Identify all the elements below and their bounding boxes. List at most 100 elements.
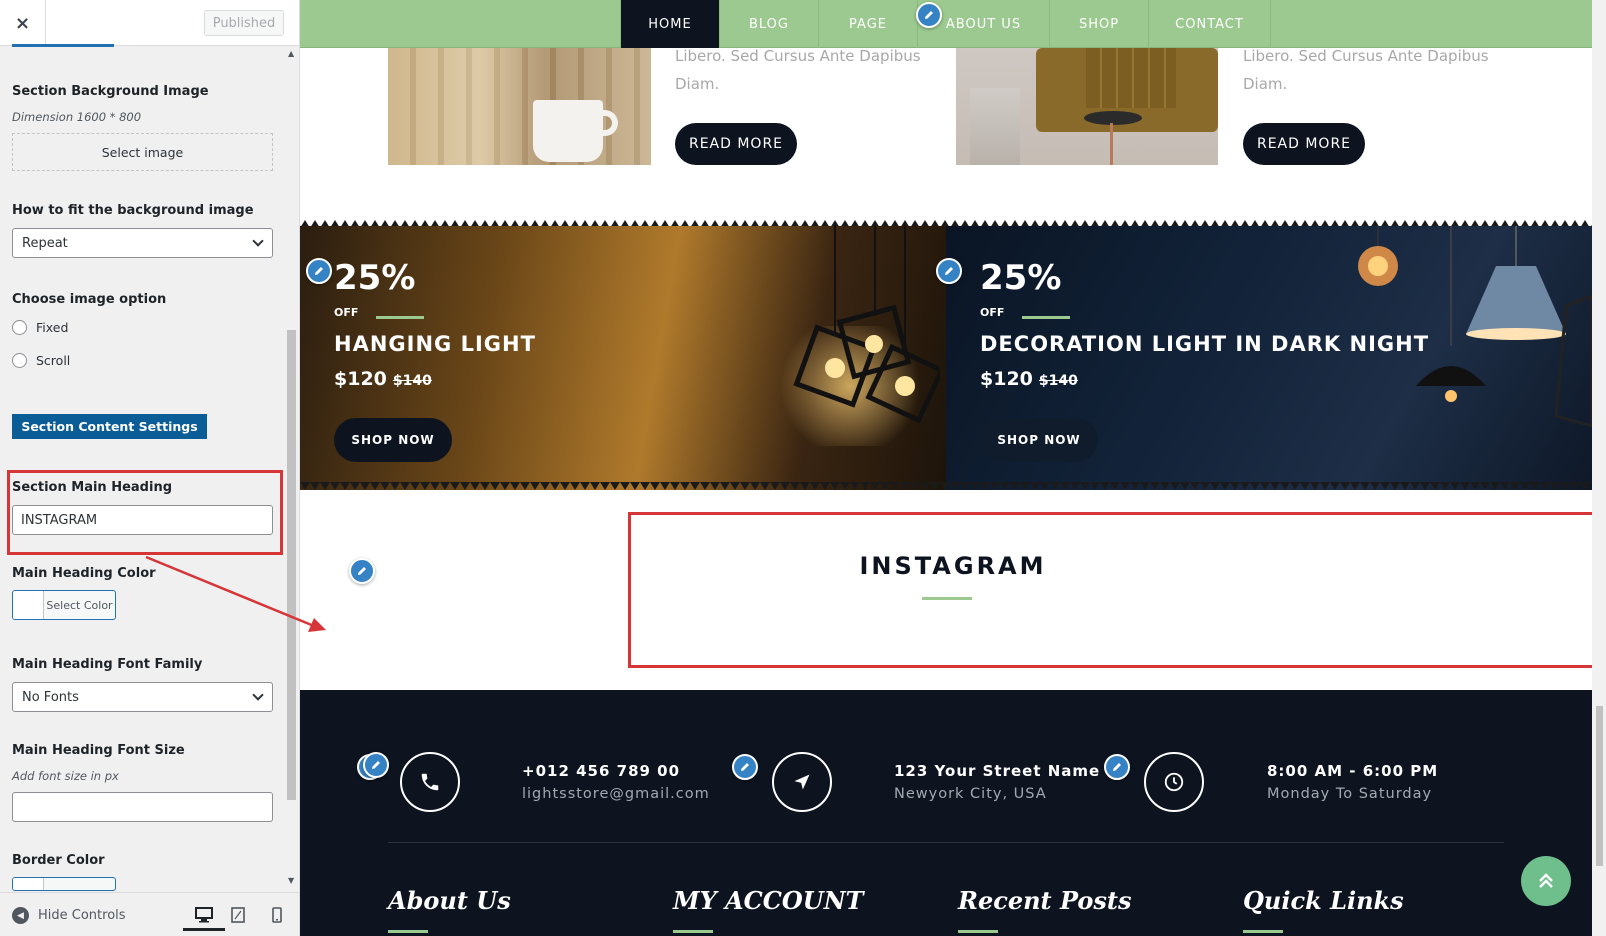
shop-now-button[interactable]: SHOP NOW xyxy=(980,418,1098,462)
promo-percent: 25% xyxy=(334,258,416,298)
read-more-button[interactable]: READ MORE xyxy=(675,123,797,165)
edit-shortcut-pencil-icon[interactable] xyxy=(363,752,389,778)
scroll-down-arrow-icon[interactable]: ▼ xyxy=(288,876,294,885)
main-navigation: HOME BLOG PAGE ABOUT US SHOP CONTACT xyxy=(300,0,1592,48)
image-option-label: Choose image option xyxy=(12,292,167,307)
fit-image-select[interactable]: Repeat xyxy=(12,228,273,258)
border-color-picker[interactable] xyxy=(12,877,116,891)
contact-city: Newyork City, USA xyxy=(894,786,1047,802)
card-text-line: Diam. xyxy=(675,75,720,93)
radio-fixed-label: Fixed xyxy=(36,320,69,335)
radio-circle[interactable] xyxy=(12,320,27,335)
edit-shortcut-pencil-icon[interactable] xyxy=(306,258,332,284)
pendant-lamps-illustration xyxy=(1358,226,1592,428)
promo-price: $120 $140 xyxy=(980,368,1078,390)
publish-button[interactable]: Published xyxy=(204,10,284,36)
hide-controls-button[interactable]: ◀ Hide Controls xyxy=(12,907,126,924)
font-size-description: Add font size in px xyxy=(12,769,119,783)
footer-heading-underline xyxy=(1243,930,1283,933)
scroll-to-top-button[interactable] xyxy=(1521,856,1571,906)
section-content-settings-header: Section Content Settings xyxy=(12,414,207,439)
promo-accent-line xyxy=(1022,316,1070,319)
collapse-icon: ◀ xyxy=(12,907,29,924)
select-image-button[interactable]: Select image xyxy=(12,133,273,171)
edit-shortcut-pencil-icon[interactable] xyxy=(916,2,942,28)
footer-heading-recent-posts: Recent Posts xyxy=(958,886,1132,915)
fit-image-value: Repeat xyxy=(22,235,68,251)
mobile-preview-button[interactable] xyxy=(267,905,287,925)
font-size-label: Main Heading Font Size xyxy=(12,743,185,758)
cup-shape xyxy=(533,100,603,162)
edit-shortcut-pencil-icon[interactable] xyxy=(732,754,758,780)
promo-title: HANGING LIGHT xyxy=(334,332,536,356)
heading-color-label: Main Heading Color xyxy=(12,566,156,581)
footer-heading-underline xyxy=(673,930,713,933)
radio-fixed[interactable]: Fixed xyxy=(12,320,68,335)
scroll-up-arrow-icon[interactable]: ▲ xyxy=(288,49,294,58)
chevron-down-icon xyxy=(252,235,264,247)
card-text: Libero. Sed Cursus Ante Dapibus Diam. xyxy=(675,42,921,98)
bg-image-description: Dimension 1600 * 800 xyxy=(12,110,142,124)
tablet-preview-button[interactable] xyxy=(228,905,248,925)
promo-new-price: $120 xyxy=(334,368,387,390)
font-family-label: Main Heading Font Family xyxy=(12,657,203,672)
contact-phone: +012 456 789 00 xyxy=(522,762,681,780)
edit-shortcut-pencil-icon[interactable] xyxy=(1104,754,1130,780)
nav-contact[interactable]: CONTACT xyxy=(1149,0,1271,48)
footer-heading-my-account: MY ACCOUNT xyxy=(673,886,864,915)
color-swatch xyxy=(13,591,44,619)
footer-heading-about-us: About Us xyxy=(388,886,511,915)
promo-off-label: OFF xyxy=(334,306,359,319)
footer-heading-underline xyxy=(388,930,428,933)
customizer-footer: ◀ Hide Controls xyxy=(0,892,299,936)
promo-title: DECORATION LIGHT IN DARK NIGHT xyxy=(980,332,1430,356)
card-image-sofa xyxy=(956,48,1218,165)
font-family-select[interactable]: No Fonts xyxy=(12,682,273,712)
nav-page[interactable]: PAGE xyxy=(819,0,918,48)
contact-days: Monday To Saturday xyxy=(1267,786,1433,802)
double-chevron-up-icon xyxy=(1539,873,1553,888)
radio-circle[interactable] xyxy=(12,353,27,368)
instagram-heading-underline xyxy=(922,597,972,600)
nav-shop[interactable]: SHOP xyxy=(1050,0,1149,48)
promo-price: $120 $140 xyxy=(334,368,432,390)
heading-color-picker[interactable]: Select Color xyxy=(12,590,116,620)
promo-old-price: $140 xyxy=(1038,373,1078,389)
radio-scroll[interactable]: Scroll xyxy=(12,353,70,368)
sidebar-scrollbar[interactable] xyxy=(287,330,296,800)
main-heading-input[interactable]: INSTAGRAM xyxy=(12,505,273,535)
contact-email[interactable]: lightsstore@gmail.com xyxy=(522,786,710,802)
promo-new-price: $120 xyxy=(980,368,1033,390)
card-image-books xyxy=(388,48,651,165)
card-text-line: Diam. xyxy=(1243,75,1288,93)
footer-divider xyxy=(388,842,1504,843)
promo-percent: 25% xyxy=(980,258,1062,298)
preview-scrollbar-thumb[interactable] xyxy=(1596,706,1603,866)
nav-blog[interactable]: BLOG xyxy=(720,0,819,48)
clock-icon xyxy=(1144,752,1204,812)
instagram-section-highlight xyxy=(628,512,1606,668)
hanging-lamps-illustration xyxy=(793,226,940,424)
card-text: Libero. Sed Cursus Ante Dapibus Diam. xyxy=(1243,42,1489,98)
bg-image-label: Section Background Image xyxy=(12,84,209,99)
fit-image-label: How to fit the background image xyxy=(12,203,254,218)
active-tab-indicator xyxy=(12,44,114,47)
desktop-preview-button[interactable] xyxy=(183,901,225,931)
close-customizer-button[interactable]: × xyxy=(0,0,46,46)
site-preview: Libero. Sed Cursus Ante Dapibus Diam. RE… xyxy=(300,0,1606,936)
location-arrow-icon xyxy=(772,752,832,812)
mobile-icon xyxy=(272,907,282,923)
select-color-label xyxy=(44,878,115,890)
customizer-sidebar: × Published Section Background Image Dim… xyxy=(0,0,300,936)
font-size-input[interactable] xyxy=(12,792,273,822)
promo-banner-hanging-light: 25% OFF HANGING LIGHT $120 $140 SHOP NOW xyxy=(300,226,946,490)
tablet-icon xyxy=(231,907,245,923)
shop-now-button[interactable]: SHOP NOW xyxy=(334,418,452,462)
edit-shortcut-pencil-icon[interactable] xyxy=(936,258,962,284)
nav-home[interactable]: HOME xyxy=(621,0,720,48)
instagram-heading: INSTAGRAM xyxy=(859,552,1047,580)
read-more-button[interactable]: READ MORE xyxy=(1243,123,1365,165)
customizer-header: × Published xyxy=(0,0,299,46)
hide-controls-label: Hide Controls xyxy=(38,908,126,923)
promo-accent-line xyxy=(376,316,424,319)
